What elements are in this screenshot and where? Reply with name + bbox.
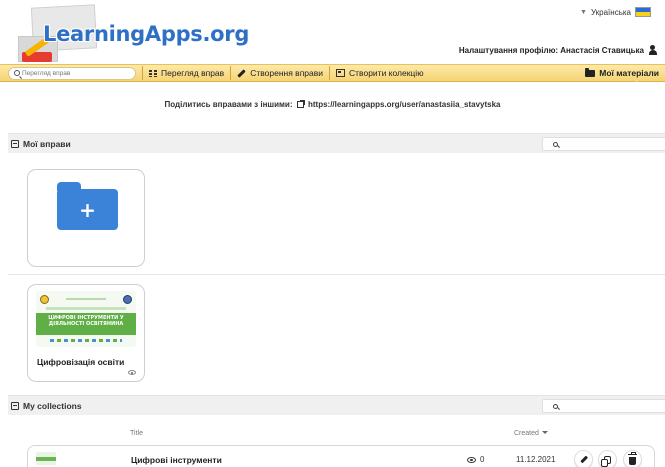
share-label: Поділитись вправами з іншими: (164, 100, 293, 109)
nav-create-collection[interactable]: Створити колекцію (336, 68, 424, 78)
emblem-icon (40, 294, 49, 304)
collection-title[interactable]: Цифрові інструменти (131, 455, 222, 465)
my-exercises-toggle[interactable]: Мої вправи (11, 139, 71, 149)
delete-button[interactable] (623, 450, 642, 467)
exercise-thumbnail: ЦИФРОВІ ІНСТРУМЕНТИ У ДІЯЛЬНОСТІ ОСВІТЯН… (36, 291, 136, 347)
collections-search[interactable] (542, 399, 665, 413)
share-line: Поділитись вправами з іншими: https://le… (0, 100, 665, 109)
thumbnail-line (66, 298, 106, 300)
collapse-icon (11, 139, 19, 148)
active-nav-caret (633, 81, 641, 85)
profile-settings-link[interactable]: Налаштування профілю: Анастасія Ставицьк… (459, 45, 657, 55)
column-header-title[interactable]: Title (130, 430, 143, 437)
collection-icon (336, 69, 346, 77)
main-navbar: Перегляд вправ Створення вправи Створити… (0, 64, 665, 82)
nav-create-exercise[interactable]: Створення вправи (237, 68, 323, 78)
nav-my-materials-label: Мої матеріали (599, 68, 659, 78)
pencil-icon (237, 68, 246, 78)
exercise-title: Цифровізація освіти (37, 357, 125, 367)
sort-desc-icon (541, 431, 548, 434)
thumbnail-subline (46, 307, 126, 310)
folder-icon: + (57, 182, 118, 230)
nav-divider (142, 66, 143, 80)
exercise-search-input[interactable] (22, 69, 122, 77)
new-folder-card[interactable]: + (27, 169, 145, 267)
trash-icon (628, 451, 637, 465)
eye-icon (128, 370, 136, 375)
section-divider (8, 274, 665, 275)
ukraine-flag-icon (635, 7, 651, 17)
nav-browse-exercises[interactable]: Перегляд вправ (149, 68, 224, 78)
collection-views: 0 (480, 455, 485, 464)
column-header-created[interactable]: Created (514, 430, 548, 437)
collection-created-date: 11.12.2021 (516, 455, 556, 464)
collapse-icon (11, 401, 19, 410)
my-collections-header: My collections (8, 395, 665, 415)
pencil-icon (579, 455, 588, 464)
header: LearningApps.org ▼ Українська Налаштуван… (0, 0, 665, 62)
nav-divider (329, 66, 331, 80)
thumbnail-footer (50, 339, 122, 342)
user-icon (649, 45, 657, 55)
exercise-search-box[interactable] (8, 66, 136, 80)
collection-thumbnail (36, 452, 56, 465)
language-label: Українська (590, 7, 631, 17)
nav-browse-label: Перегляд вправ (161, 68, 225, 78)
copy-button[interactable] (598, 450, 617, 467)
my-collections-toggle[interactable]: My collections (11, 401, 82, 411)
my-exercises-search[interactable] (542, 137, 665, 151)
external-link-icon (296, 100, 305, 108)
nav-divider (230, 66, 232, 80)
nav-create-label: Створення вправи (250, 68, 324, 78)
emblem-icon (123, 294, 132, 304)
thumbnail-text: ЦИФРОВІ ІНСТРУМЕНТИ У ДІЯЛЬНОСТІ ОСВІТЯН… (48, 315, 124, 327)
plus-icon: + (79, 197, 96, 222)
my-exercises-header: Мої вправи (8, 133, 665, 153)
collection-row[interactable]: Цифрові інструменти 0 11.12.2021 (27, 445, 655, 467)
nav-my-materials[interactable]: Мої матеріали (585, 67, 659, 78)
exercise-card[interactable]: ЦИФРОВІ ІНСТРУМЕНТИ У ДІЯЛЬНОСТІ ОСВІТЯН… (27, 284, 145, 382)
share-url[interactable]: https://learningapps.org/user/anastasiia… (308, 100, 501, 109)
created-label: Created (514, 430, 539, 437)
search-icon (14, 70, 20, 76)
chevron-down-icon: ▼ (580, 8, 587, 16)
copy-icon (601, 455, 611, 467)
logo[interactable]: LearningApps.org (18, 4, 249, 62)
grid-icon (149, 69, 157, 77)
eye-icon (467, 457, 476, 463)
edit-button[interactable] (574, 450, 593, 467)
thumbnail-logos (40, 294, 132, 304)
search-icon (553, 141, 558, 147)
language-selector[interactable]: ▼ Українська (580, 7, 651, 17)
folder-icon (585, 67, 596, 77)
nav-collection-label: Створити колекцію (349, 68, 424, 78)
my-collections-title: My collections (23, 400, 82, 411)
search-icon (553, 403, 558, 409)
my-exercises-title: Мої вправи (23, 138, 71, 149)
logo-text: LearningApps.org (43, 22, 250, 46)
profile-label: Налаштування профілю: Анастасія Ставицьк… (458, 45, 644, 55)
